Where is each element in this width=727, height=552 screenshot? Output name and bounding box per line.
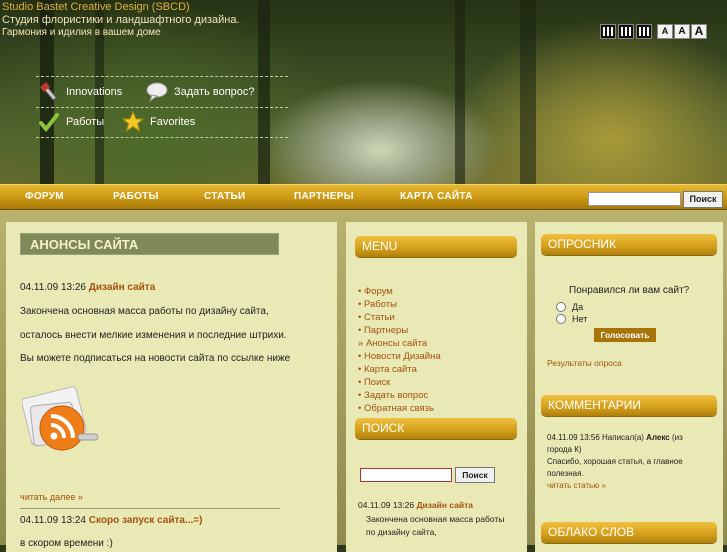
header-search-button[interactable]: Поиск	[683, 191, 723, 208]
menu-list: • Форум • Работы • Статьи • Партнеры » А…	[358, 285, 441, 415]
vote-button[interactable]: Голосовать	[594, 328, 656, 342]
announcements-panel: АНОНСЫ САЙТА 04.11.09 13:26 Дизайн сайта…	[6, 222, 337, 552]
quicklink-innovations[interactable]: Innovations	[38, 81, 122, 103]
radio-button[interactable]	[556, 302, 566, 312]
font-size-switcher: A A A	[657, 24, 707, 39]
read-article-link[interactable]: читать статью »	[547, 481, 606, 490]
poll-results-link[interactable]: Результаты опроса	[547, 358, 622, 368]
nav-sitemap[interactable]: КАРТА САЙТА	[400, 191, 473, 202]
quicklink-favorites[interactable]: Favorites	[121, 110, 195, 133]
quicklink-ask-question[interactable]: Задать вопрос?	[146, 81, 255, 103]
news-text-line: Закончена основная масса работы по дизай…	[20, 306, 269, 317]
menu-item-ask-question[interactable]: • Задать вопрос	[358, 389, 441, 402]
news-title-link[interactable]: Дизайн сайта	[89, 282, 156, 293]
menu-item-partners[interactable]: • Партнеры	[358, 324, 441, 337]
news-item-header: 04.11.09 13:26 Дизайн сайта	[358, 500, 473, 510]
news-date: 04.11.09 13:24	[20, 515, 86, 526]
poll-option-yes[interactable]: Да	[556, 302, 583, 312]
menu-item-search[interactable]: • Поиск	[358, 376, 441, 389]
nav-articles[interactable]: СТАТЬИ	[204, 191, 245, 202]
tag-cloud-heading: ОБЛАКО СЛОВ	[541, 522, 717, 543]
site-tagline: Гармония и идилия в вашем доме	[2, 27, 161, 38]
news-text-line: Вы можете подписаться на новости сайта п…	[20, 353, 291, 364]
comment-meta: 04.11.09 13:56 Написал(а) Алекс (из	[547, 433, 683, 442]
news-text-line: в скором времени :)	[20, 538, 113, 549]
news-date: 04.11.09 13:26	[358, 500, 415, 510]
comment-author: Алекс	[646, 433, 670, 442]
news-item-header: 04.11.09 13:24 Скоро запуск сайта...=)	[20, 515, 202, 526]
menu-item-articles[interactable]: • Статьи	[358, 311, 441, 324]
site-title[interactable]: Studio Bastet Creative Design (SBCD)	[2, 1, 190, 13]
news-text-line: по дизайну сайта,	[366, 527, 437, 537]
comment-text-line: города К)	[547, 445, 582, 454]
sidebar-right: ОПРОСНИК Понравился ли вам сайт? Да Нет …	[535, 222, 723, 552]
news-text-line: Закончена основная масса работы	[366, 514, 505, 524]
menu-item-works[interactable]: • Работы	[358, 298, 441, 311]
news-item-header: 04.11.09 13:26 Дизайн сайта	[20, 282, 155, 293]
header-banner: Studio Bastet Creative Design (SBCD) Сту…	[0, 0, 727, 184]
star-icon	[121, 110, 145, 133]
site-subtitle: Студия флористики и ландшафтного дизайна…	[2, 14, 240, 26]
menu-panel: MENU • Форум • Работы • Статьи • Партнер…	[346, 222, 527, 552]
news-text-line: осталось внести мелкие изменения и после…	[20, 330, 287, 341]
font-small-button[interactable]: A	[657, 24, 673, 39]
tools-icon	[38, 81, 60, 103]
poll-heading: ОПРОСНИК	[541, 234, 717, 255]
read-more-link[interactable]: читать далее »	[20, 492, 83, 502]
narrow-layout-button[interactable]	[600, 24, 616, 39]
poll-question: Понравился ли вам сайт?	[569, 285, 690, 296]
quick-links: Innovations Задать вопрос? Работы Favori…	[36, 76, 288, 138]
speech-bubble-icon	[146, 81, 168, 103]
menu-item-sitemap[interactable]: • Карта сайта	[358, 363, 441, 376]
menu-item-announcements[interactable]: » Анонсы сайта	[358, 337, 441, 350]
menu-item-feedback[interactable]: • Обратная связь	[358, 402, 441, 415]
nav-partners[interactable]: ПАРТНЕРЫ	[294, 191, 354, 202]
menu-item-design-news[interactable]: • Новости Дизайна	[358, 350, 441, 363]
poll-option-no[interactable]: Нет	[556, 314, 587, 324]
nav-works[interactable]: РАБОТЫ	[113, 191, 159, 202]
menu-item-forum[interactable]: • Форум	[358, 285, 441, 298]
radio-button[interactable]	[556, 314, 566, 324]
comment-text-line: полезная.	[547, 469, 584, 478]
header-search-input[interactable]	[588, 192, 681, 206]
checkmark-icon	[38, 111, 60, 133]
announcements-heading: АНОНСЫ САЙТА	[20, 233, 279, 255]
font-large-button[interactable]: A	[691, 24, 707, 39]
news-title-link[interactable]: Скоро запуск сайта...=)	[89, 515, 203, 526]
wide-layout-button[interactable]	[636, 24, 652, 39]
news-title-link[interactable]: Дизайн сайта	[416, 500, 473, 510]
nav-forum[interactable]: ФОРУМ	[25, 191, 64, 202]
quicklink-works[interactable]: Работы	[38, 111, 104, 133]
news-date: 04.11.09 13:26	[20, 282, 86, 293]
sidebar-search-button[interactable]: Поиск	[455, 467, 495, 483]
comment-text-line: Спасибо, хорошая статья, а главное	[547, 457, 683, 466]
search-heading: ПОИСК	[355, 418, 517, 439]
font-medium-button[interactable]: A	[674, 24, 690, 39]
main-navigation: ФОРУМ РАБОТЫ СТАТЬИ ПАРТНЕРЫ КАРТА САЙТА…	[0, 184, 727, 210]
medium-layout-button[interactable]	[618, 24, 634, 39]
content-area: АНОНСЫ САЙТА 04.11.09 13:26 Дизайн сайта…	[0, 210, 727, 552]
rss-feed-icon[interactable]	[21, 384, 102, 456]
layout-width-switcher	[600, 24, 652, 39]
news-divider	[20, 508, 280, 509]
sidebar-search-input[interactable]	[360, 468, 452, 482]
comments-heading: КОММЕНТАРИИ	[541, 395, 717, 416]
menu-heading: MENU	[355, 236, 517, 257]
